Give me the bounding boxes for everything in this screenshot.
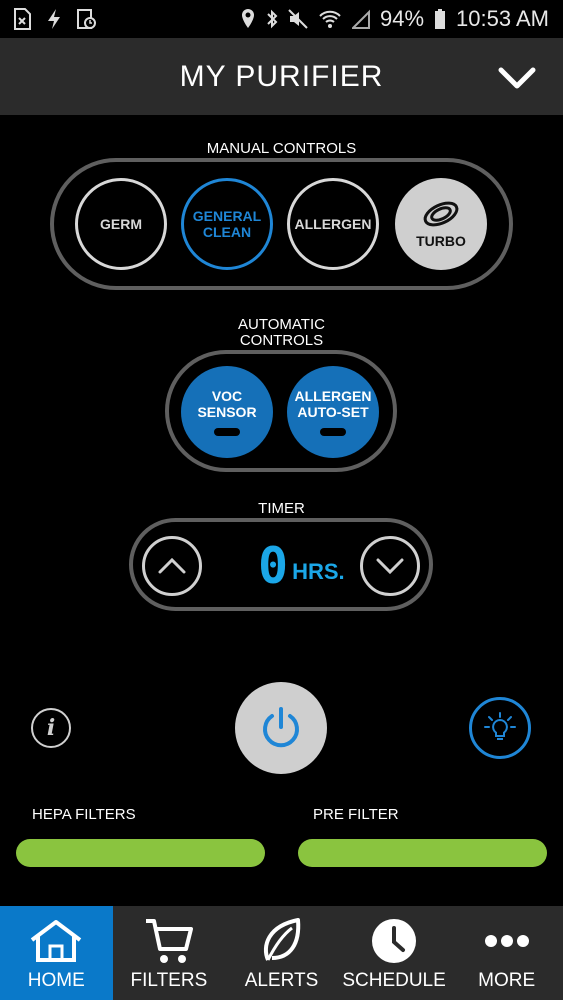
info-icon: i: [46, 715, 56, 741]
voc-label-line2: SENSOR: [197, 404, 257, 420]
tab-schedule-label: SCHEDULE: [342, 970, 446, 991]
power-button[interactable]: [235, 682, 327, 774]
tab-home[interactable]: HOME: [0, 906, 113, 1000]
allergen-label: ALLERGEN: [294, 216, 372, 232]
app-header: MY PURIFIER: [0, 38, 563, 115]
tab-filters[interactable]: FILTERS: [113, 906, 226, 1000]
mute-icon: [288, 9, 308, 29]
tab-filters-label: FILTERS: [130, 970, 208, 991]
timer-label: TIMER: [0, 500, 563, 517]
timer-hours-value: 0: [258, 537, 289, 595]
flash-icon: [48, 9, 60, 29]
germ-mode-button[interactable]: GERM: [75, 178, 167, 270]
turbo-label: TURBO: [416, 233, 466, 249]
tab-more-label: MORE: [478, 970, 536, 991]
tab-alerts[interactable]: ALERTS: [225, 906, 338, 1000]
timer-increase-button[interactable]: [142, 536, 202, 596]
chevron-down-icon: [376, 558, 404, 575]
battery-percent: 94%: [380, 6, 425, 31]
pre-filter-status-bar: [298, 839, 547, 867]
bluetooth-icon: [267, 9, 278, 29]
signal-icon: [352, 9, 370, 29]
notification-icons: [12, 8, 96, 30]
clock-time: 10:53 AM: [456, 6, 549, 31]
lightbulb-icon: [484, 712, 516, 740]
storage-icon: [77, 9, 96, 29]
tab-alerts-label: ALERTS: [244, 970, 319, 991]
general-clean-mode-button[interactable]: GENERAL CLEAN: [181, 178, 273, 270]
status-bar: 94% 10:53 AM: [0, 0, 563, 38]
allergen-auto-label-line1: ALLERGEN: [294, 388, 372, 404]
cart-icon: [145, 919, 193, 963]
more-dots-icon: [484, 935, 529, 947]
battery-icon: [435, 9, 446, 29]
location-icon: [242, 9, 254, 28]
page-title: MY PURIFIER: [179, 59, 384, 93]
system-status: 94% 10:53 AM: [240, 6, 549, 32]
sim-card-icon: [14, 8, 31, 30]
clock-icon: [372, 919, 417, 963]
general-clean-label-line1: GENERAL: [192, 208, 262, 224]
voc-label-line1: VOC: [211, 388, 243, 404]
automatic-label-line1: AUTOMATIC: [238, 316, 325, 333]
light-button[interactable]: [469, 697, 531, 759]
pre-filter-label: PRE FILTER: [313, 806, 399, 823]
leaf-icon: [264, 918, 301, 961]
general-clean-label-line2: CLEAN: [202, 224, 252, 240]
hepa-filter-status-bar: [16, 839, 265, 867]
allergen-auto-indicator: [320, 428, 346, 436]
timer-decrease-button[interactable]: [360, 536, 420, 596]
allergen-auto-label-line2: AUTO-SET: [297, 404, 369, 420]
info-button[interactable]: i: [31, 708, 71, 748]
timer-unit-label: HRS.: [292, 559, 345, 584]
bottom-tab-bar: HOME FILTERS ALERTS SCHEDULE MORE: [0, 906, 563, 1000]
voc-sensor-button[interactable]: VOC SENSOR: [181, 366, 273, 458]
allergen-auto-set-button[interactable]: ALLERGEN AUTO-SET: [287, 366, 379, 458]
timer-display: 0 HRS.: [258, 537, 345, 595]
chevron-down-icon[interactable]: [497, 60, 537, 94]
power-icon: [263, 707, 299, 748]
wifi-icon: [319, 10, 341, 28]
germ-label: GERM: [100, 216, 142, 232]
voc-indicator: [214, 428, 240, 436]
turbo-mode-button[interactable]: TURBO: [395, 178, 487, 270]
tab-more[interactable]: MORE: [450, 906, 563, 1000]
turbo-swirl-icon: [423, 201, 459, 227]
automatic-label-line2: CONTROLS: [239, 332, 324, 349]
manual-controls-label: MANUAL CONTROLS: [0, 140, 563, 157]
hepa-filter-label: HEPA FILTERS: [32, 806, 136, 823]
home-icon: [31, 920, 82, 962]
allergen-mode-button[interactable]: ALLERGEN: [287, 178, 379, 270]
tab-home-label: HOME: [27, 970, 85, 991]
automatic-controls-label: AUTOMATIC CONTROLS: [0, 316, 563, 349]
tab-schedule[interactable]: SCHEDULE: [338, 906, 451, 1000]
chevron-up-icon: [158, 557, 186, 574]
